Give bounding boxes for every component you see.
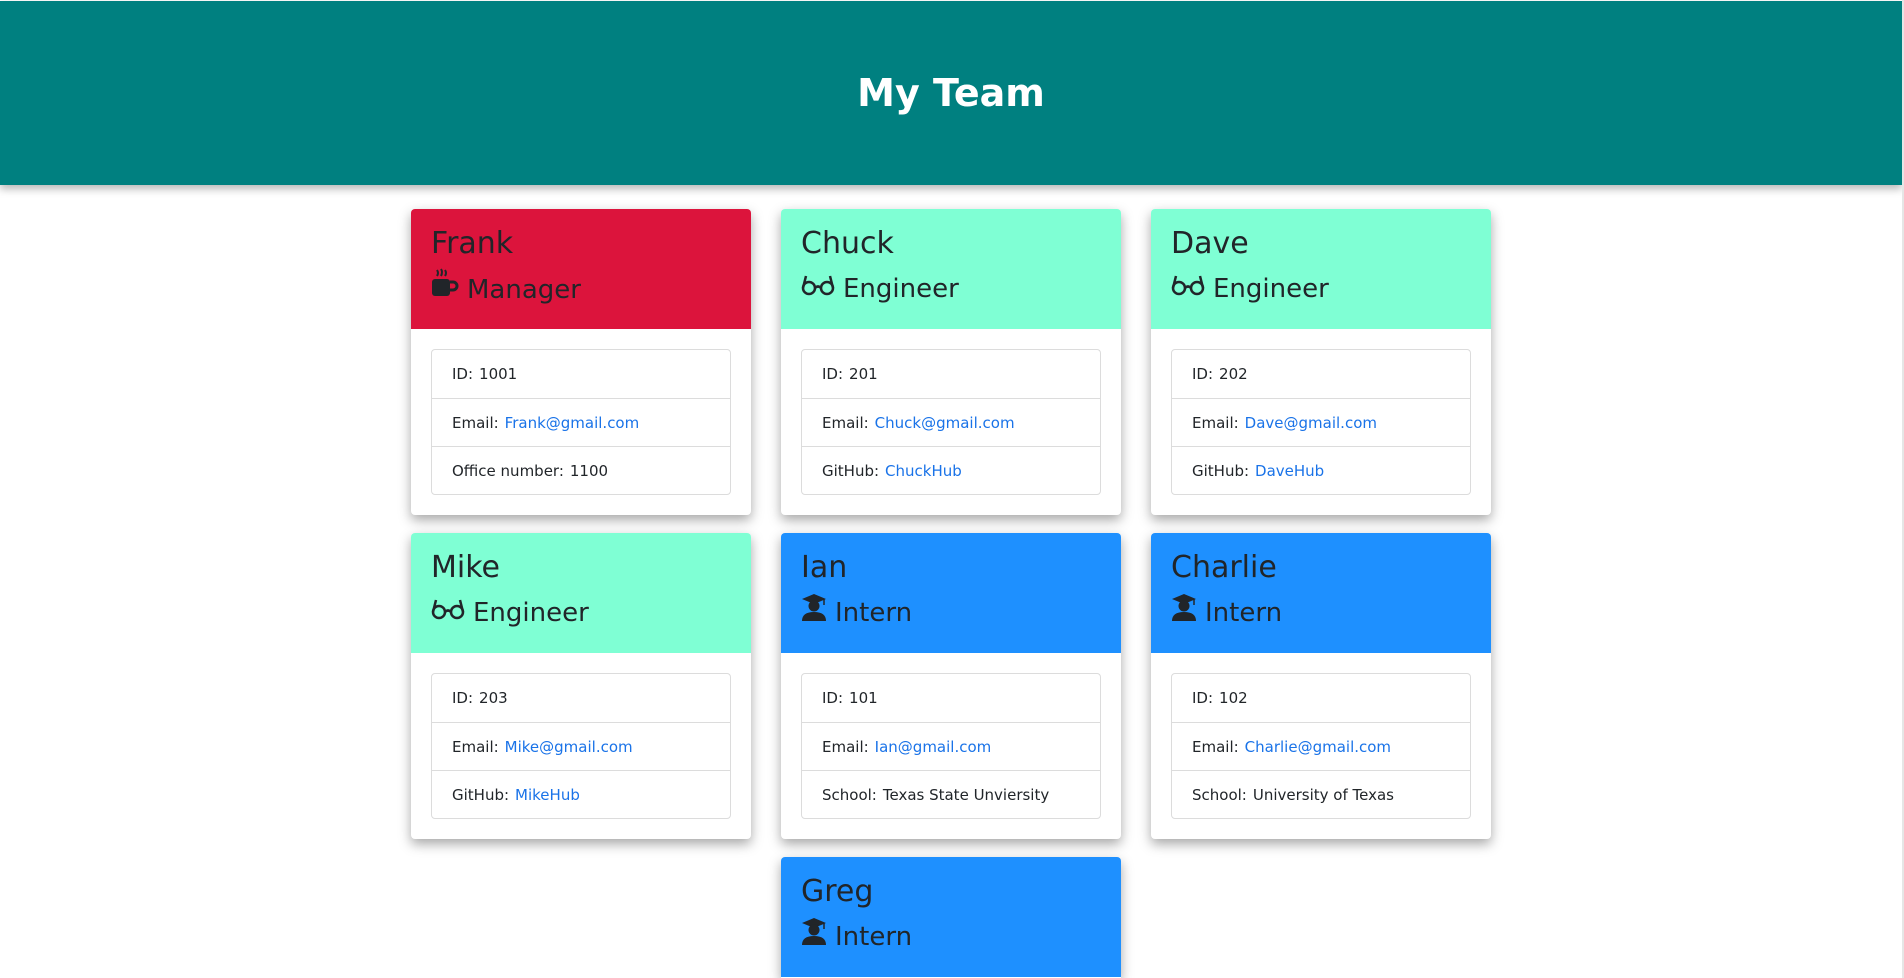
- card-header: Dave Engineer: [1151, 209, 1491, 329]
- info-id: ID: 102: [1192, 689, 1248, 707]
- employee-card-chuck: Chuck Engineer ID: 201 Email: Chuck@gmail.…: [781, 209, 1121, 515]
- employee-role: Engineer: [1171, 268, 1471, 310]
- employee-role: Engineer: [431, 592, 731, 634]
- employee-card-charlie: Charlie Intern ID: 102 Email: Charlie@gmai…: [1151, 533, 1491, 839]
- employee-card-frank: Frank Manager ID: 1001 Email: Frank@gmail.…: [411, 209, 751, 515]
- card-header: Greg Intern: [781, 857, 1121, 977]
- graduate-icon: [1171, 592, 1197, 634]
- info-email: Email: Chuck@gmail.com: [802, 398, 1100, 446]
- info-list: ID: 203 Email: Mike@gmail.com GitHub: MikeH…: [431, 673, 731, 819]
- card-header: Chuck Engineer: [781, 209, 1121, 329]
- card-header: Mike Engineer: [411, 533, 751, 653]
- card-header: Frank Manager: [411, 209, 751, 329]
- info-list: ID: 202 Email: Dave@gmail.com GitHub: DaveH…: [1171, 349, 1471, 495]
- role-label: Intern: [835, 598, 913, 628]
- info-id: ID: 202: [1192, 365, 1248, 383]
- info-email: Email: Frank@gmail.com: [432, 398, 730, 446]
- role-label: Engineer: [473, 598, 589, 628]
- info-list: ID: 102 Email: Charlie@gmail.com School: Un…: [1171, 673, 1471, 819]
- graduate-icon: [801, 916, 827, 958]
- page-header: My Team: [0, 1, 1902, 185]
- info-email: Email: Charlie@gmail.com: [1172, 722, 1470, 770]
- employee-role: Manager: [431, 268, 731, 311]
- info-list: ID: 101 Email: Ian@gmail.com School: Texas …: [801, 673, 1101, 819]
- employee-card-dave: Dave Engineer ID: 202 Email: Dave@gmail.co…: [1151, 209, 1491, 515]
- email-link[interactable]: Ian@gmail.com: [875, 738, 992, 756]
- employee-name: Charlie: [1171, 550, 1277, 585]
- info-id: ID: 201: [822, 365, 878, 383]
- card-header: Charlie Intern: [1151, 533, 1491, 653]
- glasses-icon: [431, 592, 465, 634]
- glasses-icon: [801, 268, 835, 310]
- employee-name: Ian: [801, 550, 848, 585]
- github-link[interactable]: DaveHub: [1255, 462, 1324, 480]
- employee-name: Frank: [431, 226, 514, 261]
- employee-card-greg: Greg Intern: [781, 857, 1121, 978]
- employee-card-ian: Ian Intern ID: 101 Email: Ian@gmail.com Sc…: [781, 533, 1121, 839]
- info-id: ID: 1001: [452, 365, 518, 383]
- employee-role: Intern: [801, 592, 1101, 634]
- employee-role: Engineer: [801, 268, 1101, 310]
- role-label: Manager: [467, 274, 581, 305]
- info-office-number: Office number: 1100: [432, 446, 730, 494]
- page-title: My Team: [857, 71, 1045, 115]
- glasses-icon: [1171, 268, 1205, 310]
- coffee-icon: [431, 268, 459, 311]
- info-list: ID: 201 Email: Chuck@gmail.com GitHub: Chuc…: [801, 349, 1101, 495]
- role-label: Engineer: [843, 274, 959, 304]
- email-link[interactable]: Charlie@gmail.com: [1245, 738, 1391, 756]
- github-link[interactable]: MikeHub: [515, 786, 580, 804]
- info-email: Email: Dave@gmail.com: [1172, 398, 1470, 446]
- role-label: Intern: [1205, 598, 1283, 628]
- role-label: Engineer: [1213, 274, 1329, 304]
- employee-card-mike: Mike Engineer ID: 203 Email: Mike@gmail.co…: [411, 533, 751, 839]
- employee-name: Dave: [1171, 226, 1249, 261]
- employee-name: Mike: [431, 550, 500, 585]
- github-link[interactable]: ChuckHub: [885, 462, 962, 480]
- info-school: School: Texas State Unviersity: [802, 770, 1100, 818]
- info-github: GitHub: ChuckHub: [802, 446, 1100, 494]
- role-label: Intern: [835, 922, 913, 952]
- email-link[interactable]: Frank@gmail.com: [505, 414, 640, 432]
- info-email: Email: Mike@gmail.com: [432, 722, 730, 770]
- employee-role: Intern: [801, 916, 1101, 958]
- card-header: Ian Intern: [781, 533, 1121, 653]
- email-link[interactable]: Dave@gmail.com: [1245, 414, 1377, 432]
- info-github: GitHub: MikeHub: [432, 770, 730, 818]
- info-email: Email: Ian@gmail.com: [802, 722, 1100, 770]
- info-list: ID: 1001 Email: Frank@gmail.com Office num…: [431, 349, 731, 495]
- email-link[interactable]: Mike@gmail.com: [505, 738, 633, 756]
- email-link[interactable]: Chuck@gmail.com: [875, 414, 1015, 432]
- employee-name: Chuck: [801, 226, 894, 261]
- employee-role: Intern: [1171, 592, 1471, 634]
- employee-name: Greg: [801, 874, 874, 909]
- graduate-icon: [801, 592, 827, 634]
- info-school: School: University of Texas: [1172, 770, 1470, 818]
- info-id: ID: 203: [452, 689, 508, 707]
- info-github: GitHub: DaveHub: [1172, 446, 1470, 494]
- info-id: ID: 101: [822, 689, 878, 707]
